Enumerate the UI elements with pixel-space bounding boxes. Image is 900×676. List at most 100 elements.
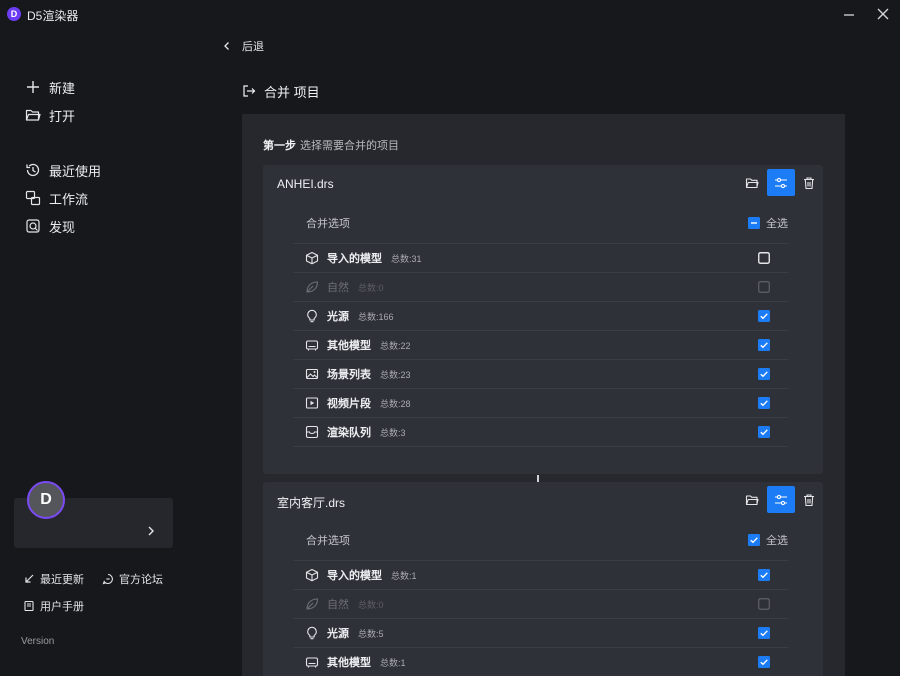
minimize-icon[interactable]: [842, 8, 856, 22]
merge-row-scene-list[interactable]: 场景列表 总数:23: [293, 359, 788, 388]
checkbox-unchecked-icon[interactable]: [758, 252, 770, 264]
row-label: 渲染队列: [327, 427, 371, 439]
select-all-label: 全选: [766, 218, 788, 230]
select-all-toggle[interactable]: 全选: [748, 215, 788, 231]
merge-row-imported-models[interactable]: 导入的模型 总数:1: [293, 560, 788, 589]
cube-icon: [305, 568, 319, 582]
merge-row-lights[interactable]: 光源 总数:166: [293, 301, 788, 330]
nav-recent[interactable]: 最近使用: [25, 160, 101, 180]
merge-row-render-queue[interactable]: 渲染队列 总数:3: [293, 417, 788, 446]
close-icon[interactable]: [876, 7, 890, 21]
back-button[interactable]: 后退: [222, 38, 264, 54]
discover-icon: [26, 219, 40, 233]
merge-row-other-models[interactable]: 其他模型 总数:22: [293, 330, 788, 359]
project-card: 室内客厅.drs 合并选项 全选 导入的模型 总数:1 自然 总数:0 光源 总…: [263, 482, 823, 676]
version-label: Version: [21, 636, 55, 647]
merge-row-video-clips[interactable]: 视频片段 总数:28: [293, 388, 788, 417]
nav-discover[interactable]: 发现: [25, 216, 75, 236]
forum-link[interactable]: 官方论坛: [102, 571, 163, 587]
render-queue-icon: [305, 425, 319, 439]
plus-icon: [27, 81, 39, 93]
checkbox-checked-icon[interactable]: [758, 339, 770, 351]
folder-icon: [745, 494, 759, 505]
checkbox-checked-icon[interactable]: [758, 368, 770, 380]
checkbox-checked-icon[interactable]: [758, 397, 770, 409]
avatar[interactable]: D: [27, 481, 65, 519]
checkbox-checked-icon[interactable]: [758, 656, 770, 668]
sofa-icon: [305, 340, 319, 351]
page-title-text: 合并 项目: [264, 84, 320, 100]
recent-updates-link[interactable]: 最近更新: [23, 571, 84, 587]
leaf-icon: [306, 598, 319, 610]
delete-button[interactable]: [795, 486, 823, 513]
row-label: 其他模型: [327, 657, 371, 669]
merge-row-other-models[interactable]: 其他模型 总数:1: [293, 647, 788, 676]
merge-options-label: 合并选项: [306, 535, 350, 547]
merge-row-lights[interactable]: 光源 总数:5: [293, 618, 788, 647]
row-label: 自然: [327, 599, 349, 611]
checkbox-checked-icon[interactable]: [758, 426, 770, 438]
nav-new-label: 新建: [49, 80, 76, 96]
app-logo: D: [7, 7, 21, 21]
row-count: 总数:31: [391, 253, 422, 264]
card-separator: [537, 475, 539, 482]
nav-open-label: 打开: [49, 108, 76, 124]
nav-new[interactable]: 新建: [25, 77, 75, 97]
user-manual-label: 用户手册: [40, 601, 84, 613]
leaf-icon: [306, 281, 319, 293]
step-description: 选择需要合并的项目: [300, 140, 399, 152]
project-file-name: 室内客厅.drs: [277, 496, 346, 510]
merge-row-nature: 自然 总数:0: [293, 589, 788, 618]
project-file-name: ANHEI.drs: [277, 177, 334, 191]
row-label: 光源: [327, 311, 349, 323]
sliders-icon: [775, 177, 787, 188]
book-icon: [24, 600, 34, 612]
merge-row-imported-models[interactable]: 导入的模型 总数:31: [293, 243, 788, 272]
checkbox-indeterminate-icon: [748, 217, 760, 229]
checkbox-checked-icon[interactable]: [758, 627, 770, 639]
folder-open-icon: [25, 109, 41, 121]
app-title: D5渲染器: [27, 9, 79, 23]
row-count: 总数:28: [380, 398, 411, 409]
history-icon: [26, 163, 40, 177]
settings-button[interactable]: [767, 486, 795, 513]
row-count: 总数:1: [391, 570, 417, 581]
row-label: 导入的模型: [327, 253, 382, 265]
project-card: ANHEI.drs 合并选项 全选 导入的模型 总数:31 自然 总数:0 光源…: [263, 165, 823, 474]
merge-options-label: 合并选项: [306, 218, 350, 230]
row-label: 光源: [327, 628, 349, 640]
chevron-right-icon[interactable]: [146, 525, 156, 537]
nav-recent-label: 最近使用: [49, 163, 102, 179]
open-folder-button[interactable]: [738, 169, 766, 196]
settings-button[interactable]: [767, 169, 795, 196]
select-all-label: 全选: [766, 535, 788, 547]
delete-button[interactable]: [795, 169, 823, 196]
select-all-toggle[interactable]: 全选: [748, 532, 788, 548]
checkbox-checked-icon: [748, 534, 760, 546]
sliders-icon: [775, 494, 787, 505]
checkbox-checked-icon[interactable]: [758, 569, 770, 581]
nav-open[interactable]: 打开: [25, 105, 75, 125]
open-folder-button[interactable]: [738, 486, 766, 513]
checkbox-checked-icon[interactable]: [758, 310, 770, 322]
row-label: 其他模型: [327, 340, 371, 352]
nav-discover-label: 发现: [49, 219, 76, 235]
row-divider: [293, 446, 788, 447]
back-label: 后退: [242, 41, 264, 53]
row-label: 场景列表: [327, 369, 371, 381]
step-heading: 第一步 选择需要合并的项目: [263, 137, 399, 153]
row-count: 总数:22: [380, 340, 411, 351]
nav-workflow[interactable]: 工作流: [25, 188, 88, 208]
row-count: 总数:23: [380, 369, 411, 380]
merge-icon: [243, 85, 256, 97]
workflow-icon: [25, 190, 41, 206]
row-label: 导入的模型: [327, 570, 382, 582]
cube-icon: [305, 251, 319, 265]
merge-options-header: 合并选项 全选: [306, 532, 788, 548]
row-label: 视频片段: [327, 398, 371, 410]
bulb-icon: [307, 309, 317, 323]
video-icon: [305, 397, 319, 409]
user-manual-link[interactable]: 用户手册: [23, 598, 84, 614]
trash-icon: [804, 493, 814, 506]
sofa-icon: [305, 657, 319, 668]
